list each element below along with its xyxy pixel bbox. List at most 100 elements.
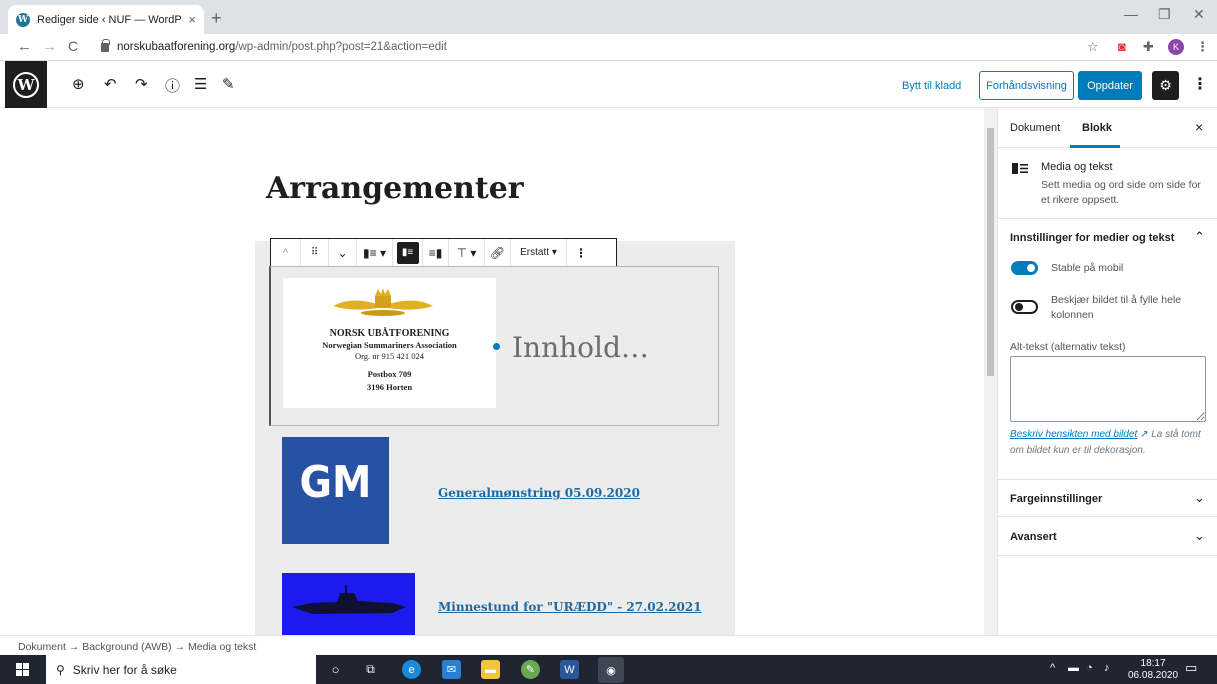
app-icon[interactable]: ✎ [521,660,540,679]
block-type-switcher-icon[interactable]: ▮≡ ▾ [357,239,393,266]
crop-image-toggle[interactable] [1011,300,1038,314]
notifications-icon[interactable]: ▭ [1185,660,1197,676]
search-icon: ⚲ [56,662,65,677]
gm-tile-text: GM [299,457,372,508]
wifi-icon[interactable]: ◔ [1086,662,1093,674]
windows-taskbar: ⚲ Skriv her for å søke ○ ⧉ e ✉ ▬ ✎ W ◉ ^… [0,655,1217,684]
word-icon[interactable]: W [560,660,579,679]
clock-date: 06.08.2020 [1128,670,1179,681]
lock-icon [101,39,110,52]
back-icon[interactable]: ← [17,38,32,55]
tray-chevron-icon[interactable]: ^ [1050,662,1055,674]
tab-document[interactable]: Dokument [1010,122,1060,134]
task-view-icon[interactable]: ⧉ [361,660,380,679]
move-down-icon[interactable]: ⌄ [329,239,357,266]
media-text-block[interactable]: NORSK UBÅTFORENING Norwegian Summariners… [269,266,719,426]
cortana-icon[interactable]: ○ [326,660,345,679]
media-right-icon[interactable]: ≡▮ [423,239,449,266]
add-block-icon[interactable]: ⊕ [72,75,85,93]
editor-scrollbar[interactable] [984,108,997,635]
alt-text-label: Alt-tekst (alternativ tekst) [1010,341,1126,353]
info-icon[interactable]: ⓘ [165,75,180,96]
block-breadcrumb: Dokument → Background (AWB) → Media og t… [0,635,1217,655]
wordpress-favicon-icon: W [16,12,30,27]
panel-colors-header[interactable]: Fargeinnstillinger ⌄ [998,479,1217,517]
stack-on-mobile-toggle[interactable] [1011,261,1038,275]
chrome-icon[interactable]: ◉ [598,657,624,683]
link-icon[interactable]: 🔗︎ [485,239,511,266]
replace-media-button[interactable]: Erstatt ▾ [511,239,567,266]
tab-block[interactable]: Blokk [1082,122,1112,134]
breadcrumb-item[interactable]: Background (AWB) [82,641,171,653]
window-close-icon[interactable]: ✕ [1193,6,1205,23]
alt-text-field[interactable] [1010,356,1206,422]
sidebar-close-icon[interactable]: × [1195,119,1203,135]
panel-media-settings-title: Innstillinger for medier og tekst [1010,232,1175,244]
editor-canvas: Arrangementer ^ ⠿ ⌄ ▮≡ ▾ ▮≡ ≡▮ ⊤ ▾ 🔗︎ Er… [0,108,984,635]
edit-pencil-icon[interactable]: ✎ [222,75,235,93]
panel-media-settings-header[interactable]: Innstillinger for medier og tekst ⌃ [998,219,1217,257]
alt-text-help: Beskriv hensikten med bildet ↗ La stå to… [1010,427,1210,459]
browser-tab[interactable]: W Rediger side ‹ NUF — WordPress × [8,5,204,34]
file-explorer-icon[interactable]: ▬ [481,660,500,679]
content-placeholder[interactable]: Innhold… [512,331,649,364]
edge-browser-icon[interactable]: e [402,660,421,679]
scrollbar-thumb[interactable] [987,128,994,376]
alt-help-link[interactable]: Beskriv hensikten med bildet [1010,429,1137,440]
chevron-down-icon: ⌄ [1194,490,1205,505]
browser-menu-icon[interactable]: ⋮ [1196,39,1209,55]
wordpress-logo-button[interactable]: W [5,61,47,108]
link-memorial-uraedd[interactable]: Minnestund for "URÆDD" - 27.02.2021 [438,600,702,614]
restore-icon[interactable]: ❐ [1158,6,1171,23]
panel-advanced-title: Avansert [1010,531,1057,543]
profile-avatar[interactable]: K [1168,39,1184,55]
pocket-extension-icon[interactable]: ◙ [1118,39,1126,54]
vertical-align-icon[interactable]: ⊤ ▾ [449,239,485,266]
taskbar-search-placeholder: Skriv her for å søke [72,662,177,677]
more-options-icon[interactable]: ⋮ [1192,74,1208,94]
minimize-icon[interactable]: — [1124,6,1138,22]
panel-colors-title: Fargeinnstillinger [1010,493,1103,505]
extensions-puzzle-icon[interactable]: ✚ [1143,39,1154,55]
editor-header-toolbar: W ⊕ ↶ ↷ ⓘ ☰ ✎ Bytt til kladd Forhåndsvis… [0,61,1217,108]
redo-icon[interactable]: ↷ [135,75,148,93]
list-bullet [493,343,500,350]
block-more-options-icon[interactable]: ⋮ [567,239,595,266]
link-general-assembly[interactable]: Generalmønstring 05.09.2020 [438,486,640,500]
gm-image[interactable]: GM [282,437,389,544]
outline-list-icon[interactable]: ☰ [194,75,207,93]
post-title[interactable]: Arrangementer [266,171,524,206]
submarine-silhouette-icon [292,585,406,614]
chevron-down-icon: ⌄ [1194,528,1205,543]
preview-button[interactable]: Forhåndsvisning [979,71,1074,100]
windows-start-icon[interactable] [16,663,29,676]
association-logo-image[interactable]: NORSK UBÅTFORENING Norwegian Summariners… [283,278,496,408]
forward-icon[interactable]: → [42,38,57,55]
update-button[interactable]: Oppdater [1078,71,1142,100]
breadcrumb-item[interactable]: Media og tekst [188,641,256,653]
tab-close-icon[interactable]: × [188,12,196,27]
breadcrumb-item[interactable]: Dokument [18,641,66,653]
settings-gear-icon[interactable]: ⚙ [1152,71,1179,100]
new-tab-button[interactable]: + [211,8,222,29]
taskbar-search-box[interactable]: ⚲ Skriv her for å søke [46,655,316,684]
undo-icon[interactable]: ↶ [104,75,117,93]
submarine-image[interactable] [282,573,415,635]
battery-icon[interactable]: ▬ [1068,662,1079,674]
panel-advanced-header[interactable]: Avansert ⌄ [998,518,1217,556]
bookmark-star-icon[interactable]: ☆ [1087,39,1099,55]
volume-icon[interactable]: ♪ [1104,662,1110,674]
media-left-icon[interactable]: ▮≡ [393,239,423,266]
move-up-icon[interactable]: ^ [271,239,301,266]
stack-on-mobile-label: Stable på mobil [1051,262,1124,274]
taskbar-clock[interactable]: 18:17 06.08.2020 [1128,658,1178,682]
url-field[interactable]: norskubaatforening.org/wp-admin/post.php… [117,41,447,53]
switch-to-draft-button[interactable]: Bytt til kladd [902,80,961,92]
breadcrumb-separator: → [174,641,186,653]
external-link-icon: ↗ [1140,429,1149,440]
settings-sidebar: Dokument Blokk × Media og tekst Sett med… [997,108,1217,635]
mail-icon[interactable]: ✉ [442,660,461,679]
drag-handle-icon[interactable]: ⠿ [301,239,329,266]
wordpress-logo-icon: W [13,71,39,98]
reload-icon[interactable]: C [68,38,78,54]
